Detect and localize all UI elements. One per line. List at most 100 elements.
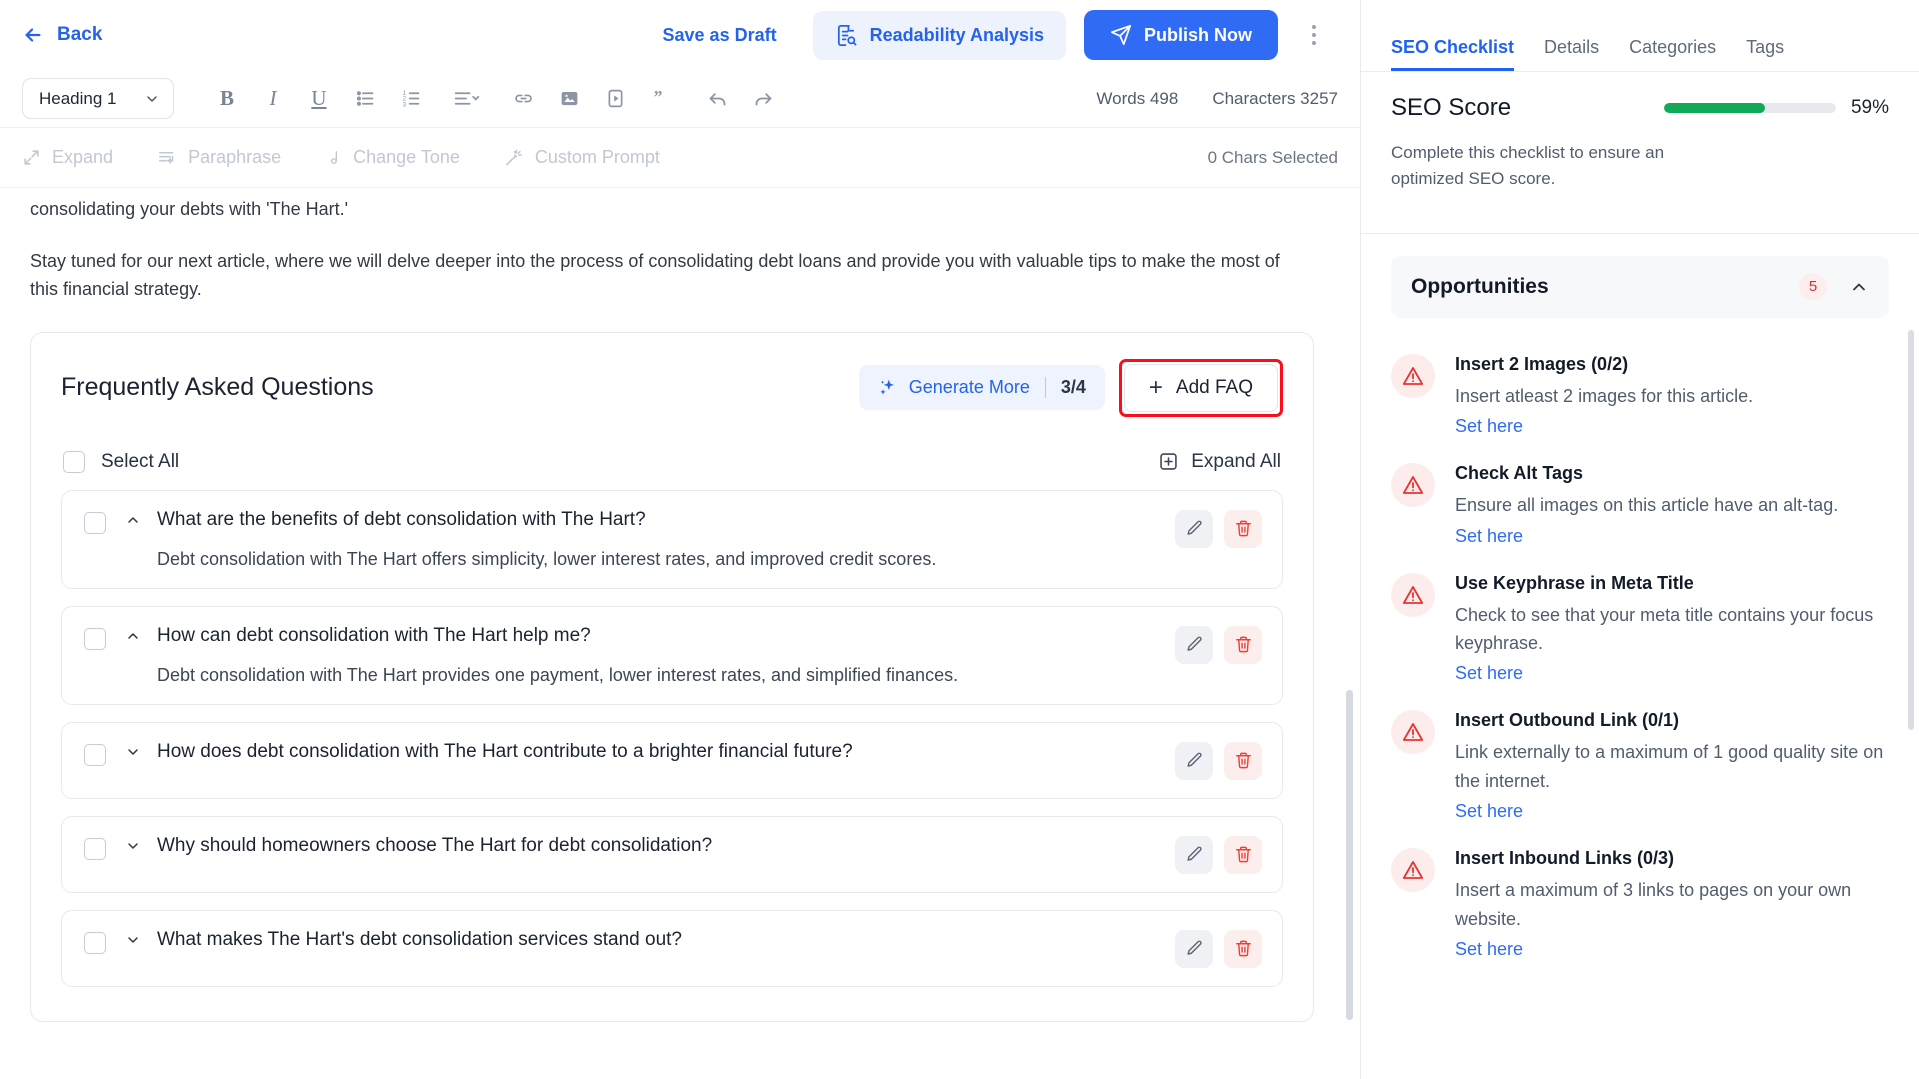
faq-item-body: Why should homeowners choose The Hart fo… [125, 835, 1161, 857]
send-icon [1110, 24, 1132, 46]
ai-tool-expand[interactable]: Expand [22, 147, 113, 168]
tab-details[interactable]: Details [1544, 37, 1599, 71]
add-faq-highlight: + Add FAQ [1118, 358, 1283, 417]
bold-icon[interactable]: B [204, 78, 250, 120]
faq-item-checkbox[interactable] [84, 627, 106, 650]
faq-question-line[interactable]: Why should homeowners choose The Hart fo… [125, 835, 1161, 857]
faq-question: Why should homeowners choose The Hart fo… [157, 834, 713, 856]
image-icon[interactable] [546, 78, 592, 120]
opportunity-item: Insert Outbound Link (0/1) Link external… [1391, 710, 1889, 822]
bullet-list-icon[interactable] [342, 78, 388, 120]
heading-style-select[interactable]: Heading 1 [22, 78, 174, 119]
faq-question-line[interactable]: How can debt consolidation with The Hart… [125, 625, 1161, 647]
ai-tools-row: Expand Paraphrase Change Tone Custom Pro… [0, 128, 1360, 188]
ai-tool-change-tone-label: Change Tone [353, 147, 460, 167]
faq-item[interactable]: What makes The Hart's debt consolidation… [61, 909, 1283, 987]
faq-question-line[interactable]: How does debt consolidation with The Har… [125, 741, 1161, 763]
warning-triangle-icon [1391, 848, 1435, 893]
plus-square-icon [1158, 451, 1179, 472]
faq-item[interactable]: How does debt consolidation with The Har… [61, 721, 1283, 799]
chevron-down-icon[interactable] [125, 838, 141, 854]
opportunity-set-here-link[interactable]: Set here [1455, 663, 1523, 684]
toolbar-icon-group: B I U 123 ” [204, 78, 786, 120]
generate-more-button[interactable]: Generate More 3/4 [858, 365, 1105, 411]
ai-tool-custom-prompt[interactable]: Custom Prompt [504, 147, 660, 168]
expand-arrows-icon [22, 148, 41, 167]
link-icon[interactable] [500, 78, 546, 120]
back-button[interactable]: Back [22, 24, 102, 46]
sidebar-scrollbar[interactable] [1908, 330, 1914, 730]
document-paragraph: Stay tuned for our next article, where w… [30, 250, 1280, 299]
edit-faq-button[interactable] [1175, 741, 1213, 780]
faq-item[interactable]: Why should homeowners choose The Hart fo… [61, 815, 1283, 893]
faq-item-checkbox[interactable] [84, 511, 106, 534]
numbered-list-icon[interactable]: 123 [388, 78, 434, 120]
delete-faq-button[interactable] [1224, 509, 1262, 548]
align-icon[interactable] [444, 78, 490, 120]
opportunity-set-here-link[interactable]: Set here [1455, 939, 1523, 960]
edit-faq-button[interactable] [1175, 625, 1213, 664]
opportunity-title: Insert 2 Images (0/2) [1455, 353, 1629, 374]
readability-analysis-button[interactable]: Readability Analysis [812, 10, 1066, 60]
ai-tool-change-tone[interactable]: Change Tone [325, 147, 460, 168]
more-options-button[interactable] [1292, 13, 1336, 57]
opportunity-item: Check Alt Tags Ensure all images on this… [1391, 463, 1889, 546]
chevron-up-icon[interactable] [125, 512, 141, 528]
faq-item[interactable]: How can debt consolidation with The Hart… [61, 605, 1283, 705]
edit-faq-button[interactable] [1175, 835, 1213, 874]
video-icon[interactable] [592, 78, 638, 120]
faq-question-line[interactable]: What makes The Hart's debt consolidation… [125, 929, 1161, 951]
select-all-label: Select All [101, 450, 180, 472]
faq-item[interactable]: What are the benefits of debt consolidat… [61, 489, 1283, 589]
document-body[interactable]: consolidating your debts with 'The Hart.… [0, 188, 1360, 1079]
tab-tags[interactable]: Tags [1746, 37, 1784, 71]
faq-item-checkbox[interactable] [84, 837, 106, 860]
formatting-toolbar: Heading 1 B I U 123 ” Words 498 Characte… [0, 70, 1360, 128]
quote-icon[interactable]: ” [638, 78, 684, 120]
opportunity-body: Use Keyphrase in Meta Title Check to see… [1455, 573, 1889, 685]
ai-tool-paraphrase[interactable]: Paraphrase [157, 147, 281, 168]
undo-icon[interactable] [694, 78, 740, 120]
add-faq-button[interactable]: + Add FAQ [1123, 363, 1278, 412]
opportunities-count-badge: 5 [1799, 272, 1827, 301]
seo-sidebar: SEO Checklist Details Categories Tags SE… [1360, 0, 1919, 1079]
tab-seo-checklist[interactable]: SEO Checklist [1391, 37, 1514, 71]
opportunity-title: Check Alt Tags [1455, 463, 1584, 484]
edit-faq-button[interactable] [1175, 509, 1213, 548]
opportunity-item: Use Keyphrase in Meta Title Check to see… [1391, 572, 1889, 685]
faq-item-checkbox[interactable] [84, 743, 106, 766]
edit-faq-button[interactable] [1175, 929, 1213, 968]
opportunity-description: Check to see that your meta title contai… [1455, 604, 1874, 653]
delete-faq-button[interactable] [1224, 741, 1262, 780]
tab-categories[interactable]: Categories [1629, 37, 1716, 71]
underline-icon[interactable]: U [296, 78, 342, 120]
italic-icon[interactable]: I [250, 78, 296, 120]
tone-icon [325, 148, 342, 167]
opportunities-header[interactable]: Opportunities 5 [1391, 255, 1889, 318]
chevron-up-icon[interactable] [1849, 277, 1869, 297]
generate-more-label: Generate More [908, 377, 1030, 398]
save-as-draft-button[interactable]: Save as Draft [663, 25, 777, 46]
editor-scrollbar[interactable] [1346, 690, 1353, 1020]
opportunity-body: Check Alt Tags Ensure all images on this… [1455, 463, 1889, 546]
opportunity-set-here-link[interactable]: Set here [1455, 801, 1523, 822]
ai-tool-custom-prompt-label: Custom Prompt [534, 147, 660, 167]
publish-now-button[interactable]: Publish Now [1084, 10, 1278, 60]
faq-item-body: How does debt consolidation with The Har… [125, 741, 1161, 763]
expand-all-button[interactable]: Expand All [1158, 451, 1281, 473]
warning-triangle-icon [1391, 572, 1435, 617]
chevron-down-icon[interactable] [125, 744, 141, 760]
delete-faq-button[interactable] [1224, 929, 1262, 968]
faq-item-checkbox[interactable] [84, 931, 106, 954]
opportunity-body: Insert Outbound Link (0/1) Link external… [1455, 710, 1889, 822]
chevron-up-icon[interactable] [125, 628, 141, 644]
delete-faq-button[interactable] [1224, 625, 1262, 664]
delete-faq-button[interactable] [1224, 835, 1262, 874]
opportunity-set-here-link[interactable]: Set here [1455, 416, 1523, 437]
faq-question-line[interactable]: What are the benefits of debt consolidat… [125, 509, 1161, 531]
redo-icon[interactable] [740, 78, 786, 120]
word-count-group: Words 498 Characters 3257 [1096, 89, 1338, 109]
opportunity-set-here-link[interactable]: Set here [1455, 526, 1523, 547]
select-all-checkbox[interactable] [63, 450, 85, 473]
chevron-down-icon[interactable] [125, 932, 141, 948]
